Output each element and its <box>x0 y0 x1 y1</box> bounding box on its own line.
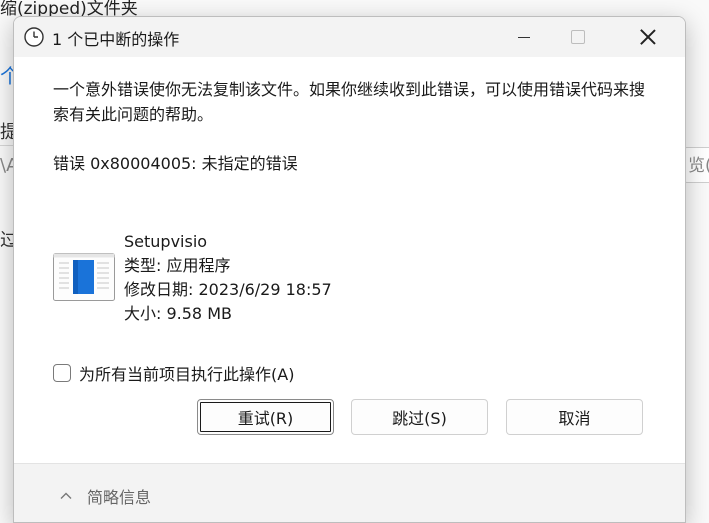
fewer-details-label: 简略信息 <box>87 488 152 507</box>
dialog-title: 1 个已中断的操作 <box>52 30 180 49</box>
apply-to-all-label[interactable]: 为所有当前项目执行此操作(A) <box>79 361 294 385</box>
background-preview-button[interactable]: 览(P <box>683 147 709 183</box>
close-icon <box>640 29 656 45</box>
error-code: 错误 0x80004005: 未指定的错误 <box>53 154 298 173</box>
file-details: Setupvisio 类型: 应用程序 修改日期: 2023/6/29 18:5… <box>124 230 332 326</box>
error-message: 一个意外错误使你无法复制该文件。如果你继续收到此错误，可以使用错误代码来搜索有关… <box>53 80 646 124</box>
close-button[interactable] <box>625 17 671 57</box>
dialog-titlebar[interactable]: 1 个已中断的操作 <box>14 17 685 57</box>
file-modified-date: 修改日期: 2023/6/29 18:57 <box>124 280 332 299</box>
fewer-details-toggle[interactable]: 简略信息 <box>59 484 151 508</box>
retry-button[interactable]: 重试(R) <box>197 399 334 435</box>
application-file-icon <box>53 253 115 301</box>
apply-to-all-checkbox[interactable] <box>53 364 71 382</box>
background-divider <box>0 145 14 146</box>
file-type: 类型: 应用程序 <box>124 256 231 275</box>
clock-icon <box>24 27 44 47</box>
maximize-button[interactable] <box>555 17 601 57</box>
maximize-icon <box>571 30 585 44</box>
minimize-icon <box>518 36 530 38</box>
skip-button[interactable]: 跳过(S) <box>351 399 488 435</box>
apply-to-all-row[interactable]: 为所有当前项目执行此操作(A) <box>53 361 294 385</box>
file-size: 大小: 9.58 MB <box>124 304 232 323</box>
file-name: Setupvisio <box>124 232 208 251</box>
dialog-footer: 简略信息 <box>14 463 685 522</box>
cancel-button[interactable]: 取消 <box>506 399 643 435</box>
chevron-up-icon <box>60 492 72 499</box>
interrupted-operation-dialog: 1 个已中断的操作 一个意外错误使你无法复制该文件。如果你继续收到此错误，可以使… <box>13 16 686 523</box>
minimize-button[interactable] <box>501 17 547 57</box>
